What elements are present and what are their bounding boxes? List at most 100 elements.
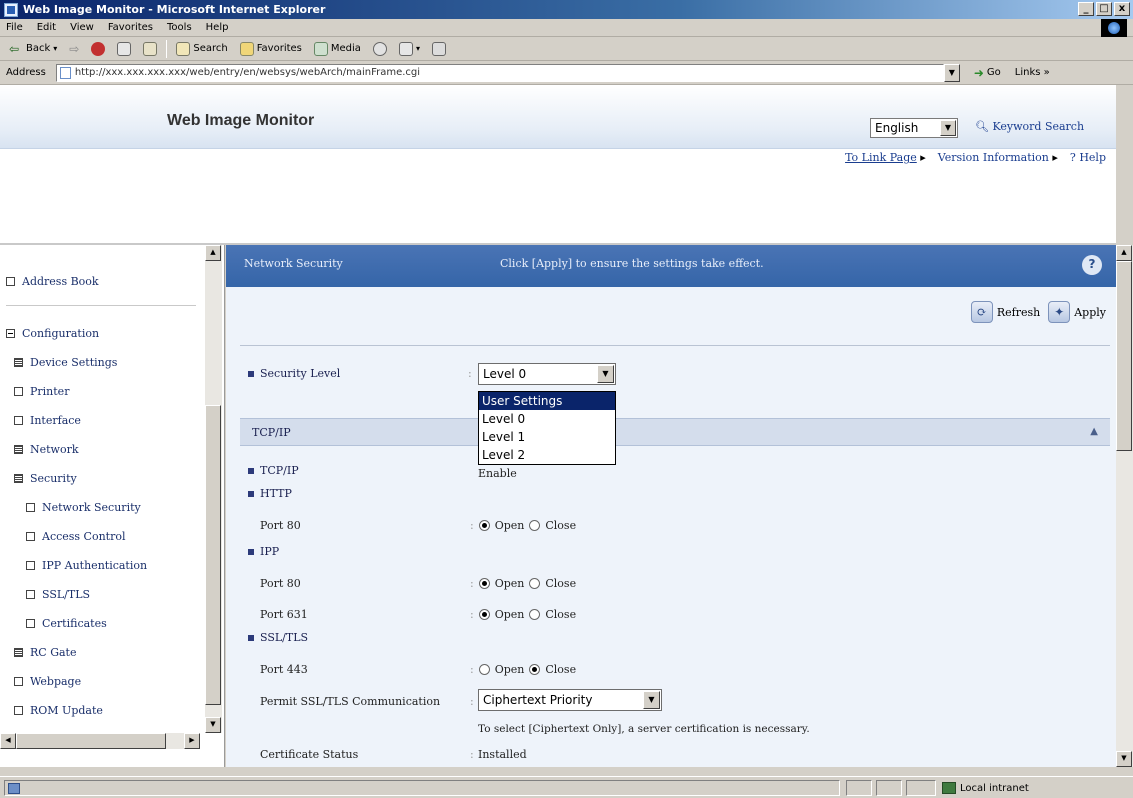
nav-interface[interactable]: Interface xyxy=(14,414,81,427)
help-link[interactable]: ? Help xyxy=(1070,151,1106,164)
menu-tools[interactable]: Tools xyxy=(167,22,192,33)
favorites-icon xyxy=(239,41,254,56)
forward-button[interactable]: ⇨ xyxy=(66,42,82,56)
scroll-thumb[interactable] xyxy=(205,405,221,705)
nav-network[interactable]: Network xyxy=(14,443,79,456)
home-button[interactable] xyxy=(140,41,160,56)
favorites-button[interactable]: Favorites xyxy=(237,41,305,56)
maximize-button[interactable]: □ xyxy=(1096,2,1112,16)
permit-ssl-select[interactable]: Ciphertext Priority ▼ xyxy=(478,689,662,711)
chevron-down-icon[interactable]: ▼ xyxy=(643,691,660,709)
ie-logo-icon xyxy=(1101,19,1127,37)
option-level-2[interactable]: Level 2 xyxy=(479,446,615,464)
mail-icon xyxy=(398,41,413,56)
minimize-button[interactable]: _ xyxy=(1078,2,1094,16)
ipp80-open-radio[interactable] xyxy=(478,578,490,589)
cert-status-value: Installed xyxy=(478,748,527,761)
security-level-select[interactable]: Level 0 ▼ xyxy=(478,363,616,385)
left-horizontal-scrollbar[interactable]: ◀ ▶ xyxy=(0,733,200,749)
to-link-page-link[interactable]: To Link Page ▸ xyxy=(845,151,926,164)
help-icon[interactable]: ? xyxy=(1082,255,1102,275)
language-select[interactable]: English ▼ xyxy=(870,118,958,138)
nav-configuration[interactable]: Configuration xyxy=(6,327,99,340)
keyword-search-link[interactable]: 🔍︎ Keyword Search xyxy=(975,120,1084,133)
colon: : xyxy=(470,748,474,761)
bullet-icon xyxy=(248,634,254,641)
address-input[interactable]: http://xxx.xxx.xxx.xxx/web/entry/en/webs… xyxy=(55,63,944,82)
print-button[interactable] xyxy=(429,41,449,56)
go-button[interactable]: ➜ Go xyxy=(974,66,1001,80)
colon: : xyxy=(470,577,474,590)
http-port80-label: Port 80 xyxy=(260,519,301,532)
permit-ssl-note: To select [Ciphertext Only], a server ce… xyxy=(478,723,810,735)
scroll-right-icon[interactable]: ▶ xyxy=(184,733,200,749)
nav-printer[interactable]: Printer xyxy=(14,385,69,398)
version-info-link[interactable]: Version Information ▸ xyxy=(938,151,1058,164)
scroll-thumb[interactable] xyxy=(1116,261,1132,451)
ssl-close-radio[interactable] xyxy=(529,664,541,675)
mail-button[interactable]: ▾ xyxy=(396,41,423,56)
nav-network-security[interactable]: Network Security xyxy=(26,501,141,514)
nav-rc-gate[interactable]: RC Gate xyxy=(14,646,76,659)
search-button[interactable]: Search xyxy=(173,41,230,56)
tcpip-section-header[interactable]: TCP/IP ▲ xyxy=(240,418,1110,446)
left-nav-frame: Address Book Configuration Device Settin… xyxy=(0,245,225,767)
refresh-button[interactable]: ⟳ Refresh xyxy=(970,301,1040,323)
chevron-down-icon[interactable]: ▼ xyxy=(597,365,614,383)
address-bar: Address http://xxx.xxx.xxx.xxx/web/entry… xyxy=(0,61,1133,85)
nav-ssl-tls[interactable]: SSL/TLS xyxy=(26,588,90,601)
nav-certificates[interactable]: Certificates xyxy=(26,617,107,630)
favorites-label: Favorites xyxy=(256,43,302,54)
menu-file[interactable]: File xyxy=(6,22,23,33)
links-label: Links xyxy=(1014,67,1041,78)
nav-access-control[interactable]: Access Control xyxy=(26,530,126,543)
address-url: http://xxx.xxx.xxx.xxx/web/entry/en/webs… xyxy=(74,66,421,78)
nav-rom-update[interactable]: ROM Update xyxy=(14,704,103,717)
scroll-up-icon[interactable]: ▲ xyxy=(205,245,221,261)
http-close-radio[interactable] xyxy=(529,520,541,531)
http-open-radio[interactable] xyxy=(478,520,490,531)
nav-label: Certificates xyxy=(42,617,107,630)
apply-button[interactable]: ✦ Apply xyxy=(1048,301,1106,323)
nav-webpage[interactable]: Webpage xyxy=(14,675,81,688)
nav-label: Printer xyxy=(30,385,70,398)
ssl-open-radio[interactable] xyxy=(478,664,490,675)
tcpip-label: TCP/IP xyxy=(248,464,299,477)
history-button[interactable] xyxy=(370,41,390,56)
chevron-down-icon[interactable]: ▼ xyxy=(940,120,956,136)
nav-label: Webpage xyxy=(30,675,82,688)
refresh-browser-button[interactable] xyxy=(114,41,134,56)
scroll-up-icon[interactable]: ▲ xyxy=(1116,245,1132,261)
close-button[interactable]: x xyxy=(1114,2,1130,16)
left-vertical-scrollbar[interactable]: ▲ ▼ xyxy=(205,245,222,733)
mail-dropdown-icon: ▾ xyxy=(415,44,420,53)
scroll-left-icon[interactable]: ◀ xyxy=(0,733,16,749)
scroll-thumb[interactable] xyxy=(16,733,166,749)
option-level-0[interactable]: Level 0 xyxy=(479,410,615,428)
links-toolbar[interactable]: Links » xyxy=(1015,67,1050,78)
stop-button[interactable] xyxy=(88,41,108,56)
nav-ipp-authentication[interactable]: IPP Authentication xyxy=(26,559,147,572)
option-user-settings[interactable]: User Settings xyxy=(479,392,615,410)
nav-device-settings[interactable]: Device Settings xyxy=(14,356,117,369)
back-dropdown-icon[interactable]: ▾ xyxy=(53,44,57,53)
option-level-1[interactable]: Level 1 xyxy=(479,428,615,446)
ipp631-close-radio[interactable] xyxy=(529,609,541,620)
menu-view[interactable]: View xyxy=(70,22,94,33)
scroll-down-icon[interactable]: ▼ xyxy=(1116,751,1132,767)
main-vertical-scrollbar[interactable]: ▲ ▼ xyxy=(1116,245,1133,767)
menu-help[interactable]: Help xyxy=(206,22,229,33)
media-button[interactable]: Media xyxy=(311,41,364,56)
ipp631-open-radio[interactable] xyxy=(478,609,490,620)
collapse-up-icon[interactable]: ▲ xyxy=(1090,426,1098,437)
menu-favorites[interactable]: Favorites xyxy=(108,22,153,33)
nav-label: Network Security xyxy=(42,501,141,514)
back-button[interactable]: ⇦ Back ▾ xyxy=(6,42,60,56)
nav-address-book[interactable]: Address Book xyxy=(6,275,99,288)
divider xyxy=(240,345,1110,346)
scroll-down-icon[interactable]: ▼ xyxy=(205,717,221,733)
nav-security[interactable]: Security xyxy=(14,472,77,485)
menu-edit[interactable]: Edit xyxy=(37,22,56,33)
ipp80-close-radio[interactable] xyxy=(529,578,541,589)
address-dropdown[interactable]: ▼ xyxy=(943,63,960,82)
